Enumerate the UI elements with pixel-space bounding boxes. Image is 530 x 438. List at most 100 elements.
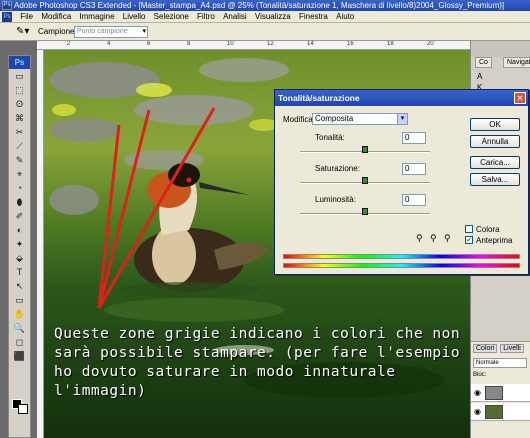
layers-panel: Colori Livelli Normale Bloc: ◉ ◉ <box>471 341 530 438</box>
eye-icon[interactable]: ◉ <box>474 407 481 416</box>
menu-finestra[interactable]: Finestra <box>299 12 328 21</box>
sample-label: Campione: <box>38 27 77 36</box>
hue-input[interactable]: 0 <box>402 132 426 144</box>
layer-row[interactable]: ◉ <box>471 403 530 421</box>
annotation-caption: Queste zone grigie indicano i colori che… <box>54 326 461 399</box>
vertical-ruler <box>37 50 44 438</box>
preview-label: Anteprima <box>476 236 513 245</box>
modify-label: Modifica: <box>283 115 316 124</box>
notes-tool-icon[interactable]: ▭ <box>9 293 30 307</box>
lasso-tool-icon[interactable]: ʘ <box>9 97 30 111</box>
lightness-input[interactable]: 0 <box>402 194 426 206</box>
eyedropper-tool-icon[interactable]: ✎▾ <box>16 26 29 38</box>
dialog-title: Tonalità/saturazione <box>275 90 528 106</box>
menu-analisi[interactable]: Analisi <box>223 12 247 21</box>
menu-aiuto[interactable]: Aiuto <box>336 12 354 21</box>
cancel-button[interactable]: Annulla <box>470 135 520 148</box>
eraser-tool-icon[interactable]: ⬮ <box>9 195 30 209</box>
pen-tool-icon[interactable]: ✦ <box>9 237 30 251</box>
modify-value: Composita <box>315 114 354 123</box>
screen-mode-icon[interactable]: ⬛ <box>9 349 30 363</box>
ruler-tick: 4 <box>107 41 111 47</box>
ruler-tick: 10 <box>227 41 234 47</box>
saturation-input[interactable]: 0 <box>402 163 426 175</box>
tab-navigatore[interactable]: Navigatore <box>503 57 530 68</box>
saturation-slider-thumb[interactable] <box>362 177 368 184</box>
lock-label: Bloc: <box>473 372 487 378</box>
options-bar: ✎▾ Campione: Punto campione <box>0 23 530 41</box>
dock-tab-strip <box>471 41 530 57</box>
hue-slider-thumb[interactable] <box>362 146 368 153</box>
lightness-slider-thumb[interactable] <box>362 208 368 215</box>
ruler-tick: 6 <box>147 41 151 47</box>
chevron-down-icon[interactable]: ▾ <box>397 114 407 124</box>
eyedropper-minus-icon[interactable]: ⚲ <box>444 233 451 244</box>
close-icon[interactable]: × <box>514 92 526 104</box>
menu-livello[interactable]: Livello <box>123 12 146 21</box>
clone-stamp-tool-icon[interactable]: ◔ <box>9 181 30 195</box>
menu-visualizza[interactable]: Visualizza <box>255 12 291 21</box>
path-selection-tool-icon[interactable]: ↖ <box>9 279 30 293</box>
save-button[interactable]: Salva... <box>470 173 520 186</box>
menu-file[interactable]: File <box>20 12 33 21</box>
eyedropper-icon[interactable]: ⚲ <box>416 233 423 244</box>
colorize-label: Colora <box>476 225 500 234</box>
saturation-slider[interactable] <box>300 177 430 184</box>
type-tool-icon[interactable]: T <box>9 265 30 279</box>
eyedropper-plus-icon[interactable]: ⚲ <box>430 233 437 244</box>
ruler-tick: 16 <box>347 41 354 47</box>
layers-panel-tabs: Colori Livelli <box>473 344 525 353</box>
dodge-tool-icon[interactable]: ◐ <box>9 223 30 237</box>
load-button[interactable]: Carica... <box>470 156 520 169</box>
lightness-slider[interactable] <box>300 208 430 215</box>
photoshop-menu-icon[interactable]: Ps <box>2 11 12 22</box>
magic-wand-tool-icon[interactable]: ⌘ <box>9 111 30 125</box>
modify-select[interactable]: Composita ▾ <box>312 113 408 125</box>
photoshop-app-icon: Ps <box>2 1 12 10</box>
input-color-bar <box>283 254 520 259</box>
menu-modifica[interactable]: Modifica <box>41 12 71 21</box>
tab-co[interactable]: Co <box>475 57 492 68</box>
ruler-tick: 12 <box>267 41 274 47</box>
menu-bar: Ps File Modifica Immagine Livello Selezi… <box>0 11 530 23</box>
ruler-tick: 14 <box>307 41 314 47</box>
healing-tool-icon[interactable]: ⌖ <box>9 167 30 181</box>
ok-button[interactable]: OK <box>470 118 520 131</box>
zoom-tool-icon[interactable]: 🔍 <box>9 321 30 335</box>
move-tool-icon[interactable]: ▭ <box>9 69 30 83</box>
tab-colori[interactable]: Colori <box>473 344 498 353</box>
hue-label: Tonalità: <box>315 133 345 142</box>
preview-checkbox[interactable]: ✔ <box>465 236 473 244</box>
red-pointer-line <box>97 109 151 309</box>
horizontal-ruler: 2 4 6 8 10 12 14 16 18 20 <box>37 41 470 50</box>
shape-tool-icon[interactable]: ⬙ <box>9 251 30 265</box>
lightness-label: Luminosità: <box>315 195 356 204</box>
ruler-tick: 20 <box>427 41 434 47</box>
eye-icon[interactable]: ◉ <box>474 388 481 397</box>
quick-mask-icon[interactable]: ◻ <box>9 335 30 349</box>
gradient-tool-icon[interactable]: ✐ <box>9 209 30 223</box>
layer-row[interactable]: ◉ <box>471 384 530 402</box>
hand-tool-icon[interactable]: ✋ <box>9 307 30 321</box>
menu-filtro[interactable]: Filtro <box>197 12 215 21</box>
marquee-tool-icon[interactable]: ⬚ <box>9 83 30 97</box>
menu-immagine[interactable]: Immagine <box>79 12 114 21</box>
blend-mode-select[interactable]: Normale <box>473 358 527 368</box>
slice-tool-icon[interactable]: ⟋ <box>9 139 30 153</box>
toolbox-header: Ps <box>9 56 30 69</box>
colorize-checkbox[interactable] <box>465 225 473 233</box>
ruler-tick: 18 <box>387 41 394 47</box>
toolbox: Ps ▭ ⬚ ʘ ⌘ ✂ ⟋ ✎ ⌖ ◔ ⬮ ✐ ◐ ✦ ⬙ T ↖ ▭ ✋ 🔍… <box>8 55 31 438</box>
brush-tool-icon[interactable]: ✎ <box>9 153 30 167</box>
window-title: Adobe Photoshop CS3 Extended - [Master_s… <box>14 1 505 10</box>
tab-livelli[interactable]: Livelli <box>500 344 524 353</box>
sample-size-select[interactable]: Punto campione <box>74 26 148 38</box>
crop-tool-icon[interactable]: ✂ <box>9 125 30 139</box>
output-color-bar <box>283 263 520 268</box>
ruler-tick: 8 <box>187 41 191 47</box>
layer-thumbnail <box>485 405 503 419</box>
background-color-swatch[interactable] <box>18 404 28 414</box>
hue-slider[interactable] <box>300 146 430 153</box>
hue-saturation-dialog: Tonalità/saturazione × Modifica: Composi… <box>274 89 529 275</box>
menu-selezione[interactable]: Selezione <box>154 12 189 21</box>
